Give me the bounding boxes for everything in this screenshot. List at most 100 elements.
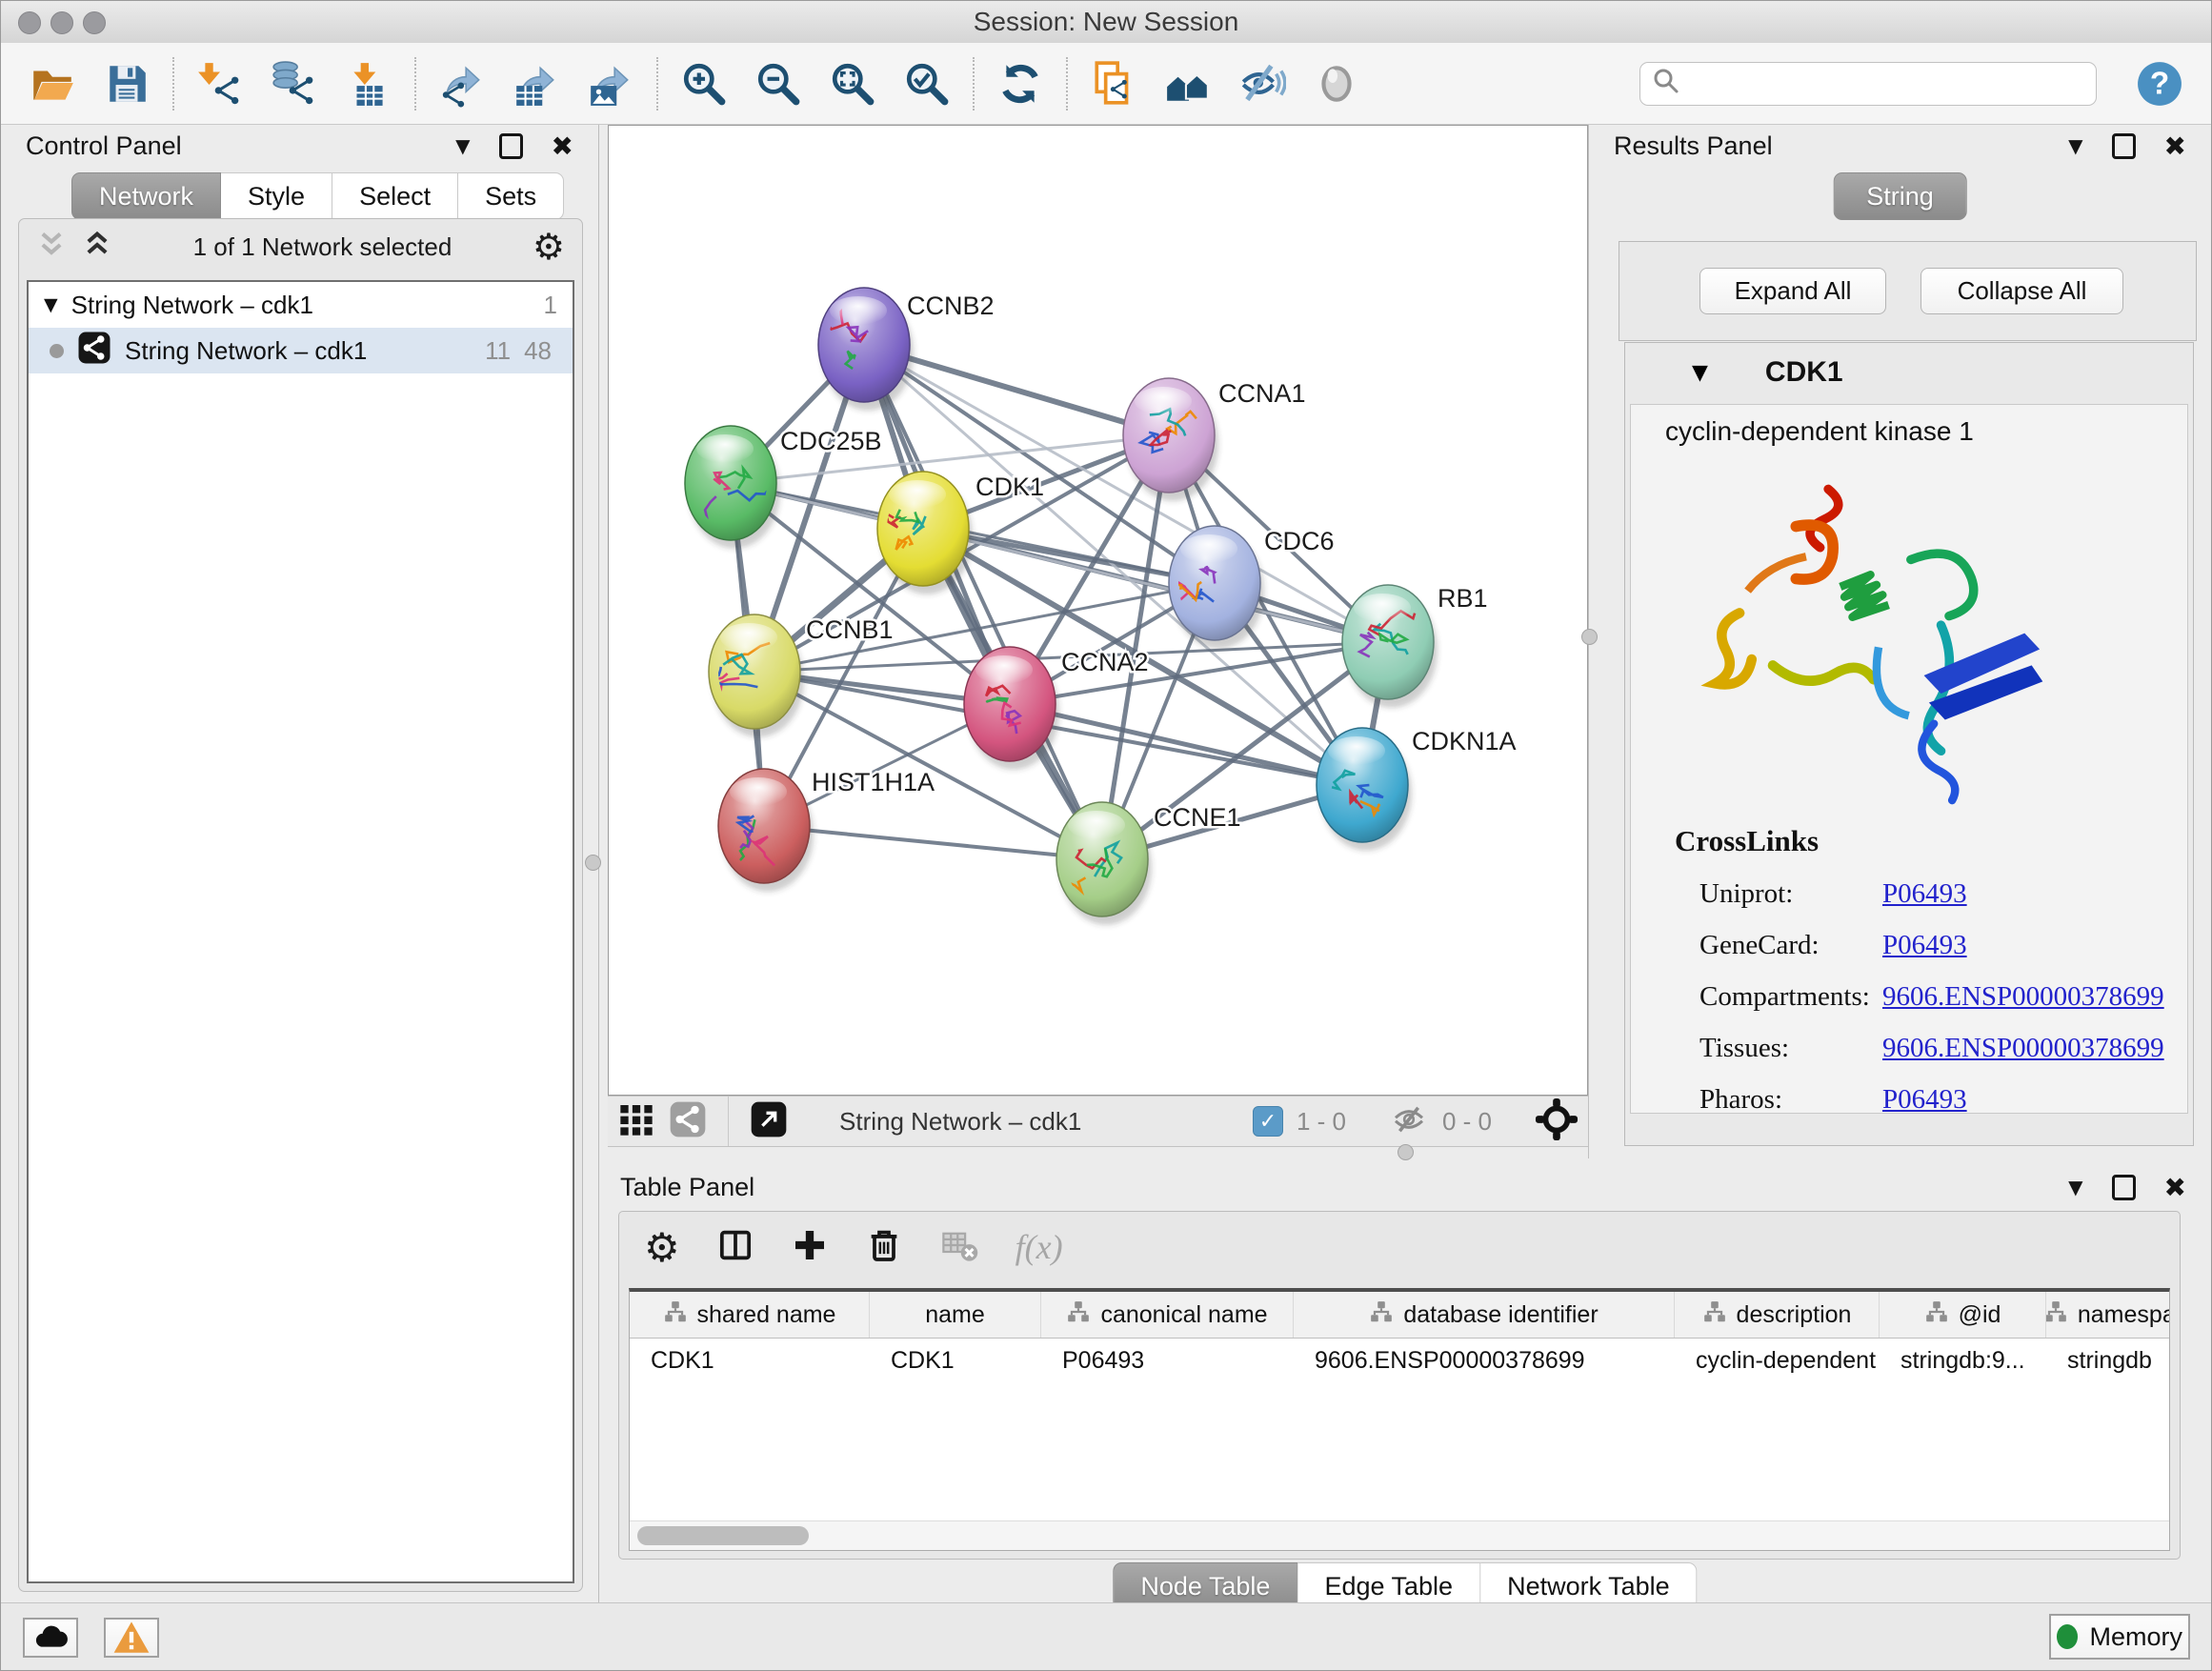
table-panel-close-icon[interactable]: ✖ [2164, 1172, 2186, 1203]
search-field[interactable] [1639, 62, 2097, 106]
detach-view-icon[interactable] [750, 1100, 788, 1143]
table-cell[interactable]: P06493 [1041, 1339, 1294, 1382]
zoom-selected-icon[interactable] [902, 59, 952, 109]
title-bar: Session: New Session [1, 1, 2211, 44]
collection-caret-icon[interactable]: ▼ [44, 294, 58, 315]
table-row[interactable]: CDK1CDK1P064939606.ENSP00000378699cyclin… [630, 1339, 2169, 1382]
column-header-database-identifier[interactable]: database identifier [1294, 1292, 1675, 1338]
tab-sets[interactable]: Sets [458, 172, 564, 220]
control-panel-close-icon[interactable]: ✖ [552, 131, 573, 162]
node-CCNE1[interactable] [1040, 802, 1152, 925]
tab-style[interactable]: Style [221, 172, 332, 220]
node-section-header[interactable]: ▼ CDK1 [1625, 343, 2193, 402]
table-cell[interactable]: cyclin-dependent ... [1675, 1339, 1880, 1382]
column-header-description[interactable]: description [1675, 1292, 1880, 1338]
table-horizontal-scrollbar[interactable] [630, 1520, 2169, 1550]
table-cell[interactable]: CDK1 [630, 1339, 870, 1382]
node-CCNB1[interactable] [709, 614, 804, 737]
results-panel-float-icon[interactable] [2112, 133, 2136, 159]
bottom-splitter-handle[interactable] [1398, 1144, 1414, 1160]
split-columns-icon[interactable] [716, 1226, 754, 1269]
column-header--id[interactable]: @id [1880, 1292, 2046, 1338]
open-file-icon[interactable] [28, 59, 77, 109]
show-graphics-details-icon[interactable] [1312, 59, 1361, 109]
crosslink-link[interactable]: 9606.ENSP00000378699 [1882, 981, 2164, 1013]
cloud-icon[interactable] [23, 1618, 78, 1658]
node-HIST1H1A[interactable] [718, 769, 814, 892]
node-count: 11 [485, 336, 511, 366]
node-CCNB2[interactable] [816, 288, 914, 411]
right-splitter-handle[interactable] [1581, 629, 1598, 645]
column-header-namespace[interactable]: namespace [2046, 1292, 2170, 1338]
crosslink-row: Compartments:9606.ENSP00000378699 [1699, 981, 1870, 1013]
zoom-fit-icon[interactable] [828, 59, 877, 109]
control-panel-float-icon[interactable] [499, 133, 523, 159]
left-splitter-handle[interactable] [585, 855, 601, 871]
crosslink-link[interactable]: P06493 [1882, 1084, 1967, 1116]
node-CDC25B[interactable] [685, 426, 793, 549]
selected-checkbox-icon[interactable]: ✓ [1253, 1106, 1283, 1137]
tab-string[interactable]: String [1833, 172, 1967, 220]
network-options-gear-icon[interactable]: ⚙ [533, 226, 565, 268]
network-collection-row[interactable]: ▼ String Network – cdk1 1 [29, 282, 573, 328]
add-column-icon[interactable] [791, 1226, 829, 1269]
hide-selected-icon[interactable] [1237, 59, 1287, 109]
crosslink-link[interactable]: P06493 [1882, 878, 1967, 910]
column-header-name[interactable]: name [870, 1292, 1041, 1338]
table-cell[interactable]: 9606.ENSP00000378699 [1294, 1339, 1675, 1382]
expand-all-button[interactable]: Expand All [1699, 268, 1886, 314]
help-icon[interactable]: ? [2135, 59, 2184, 109]
table-cell[interactable]: stringdb [2046, 1339, 2170, 1382]
column-header-shared-name[interactable]: shared name [630, 1292, 870, 1338]
delete-column-icon[interactable] [865, 1226, 903, 1269]
table-panel-menu-icon[interactable]: ▼ [2068, 1176, 2082, 1198]
node-RB1[interactable] [1342, 585, 1438, 708]
table-panel-float-icon[interactable] [2112, 1175, 2136, 1200]
node-CCNA1[interactable] [1123, 378, 1218, 501]
zoom-out-icon[interactable] [754, 59, 803, 109]
table-gear-icon[interactable]: ⚙ [644, 1224, 680, 1271]
network-canvas[interactable]: CCNB2CCNA1CDC25BCDK1CDC6RB1CCNB1CCNA2CDK… [608, 125, 1588, 1096]
zoom-in-icon[interactable] [679, 59, 729, 109]
grid-view-icon[interactable] [617, 1100, 655, 1143]
export-network-icon[interactable] [437, 59, 487, 109]
table-cell[interactable]: stringdb:9... [1880, 1339, 2046, 1382]
network-row[interactable]: String Network – cdk1 11 48 [29, 328, 573, 373]
section-caret-icon[interactable]: ▼ [1692, 361, 1708, 385]
crosslink-link[interactable]: P06493 [1882, 930, 1967, 961]
column-header-canonical-name[interactable]: canonical name [1041, 1292, 1294, 1338]
column-type-icon [1066, 1299, 1091, 1331]
memory-button[interactable]: Memory [2049, 1614, 2190, 1660]
control-panel-menu-icon[interactable]: ▼ [455, 134, 470, 157]
search-input[interactable] [1688, 68, 2084, 99]
function-builder-icon: f(x) [1016, 1227, 1063, 1267]
save-session-icon[interactable] [102, 59, 151, 109]
import-network-database-icon[interactable] [270, 59, 319, 109]
crosslink-link[interactable]: 9606.ENSP00000378699 [1882, 1033, 2164, 1064]
hidden-eye-icon[interactable] [1389, 1099, 1429, 1144]
refresh-view-icon[interactable] [995, 59, 1045, 109]
collapse-all-button[interactable]: Collapse All [1920, 268, 2123, 314]
expand-all-networks-icon[interactable] [82, 230, 112, 265]
collapse-all-networks-icon[interactable] [36, 230, 67, 265]
birdseye-crosshair-icon[interactable] [1535, 1097, 1579, 1146]
export-image-icon[interactable] [586, 59, 635, 109]
results-panel-menu-icon[interactable]: ▼ [2068, 134, 2082, 157]
node-CCNA2[interactable] [964, 647, 1059, 770]
new-network-from-selection-icon[interactable] [1089, 59, 1138, 109]
warning-icon[interactable] [104, 1618, 159, 1658]
first-neighbors-icon[interactable] [1163, 59, 1213, 109]
node-CDC6[interactable] [1169, 526, 1264, 649]
import-network-file-icon[interactable] [195, 59, 245, 109]
export-table-icon[interactable] [512, 59, 561, 109]
scrollbar-thumb[interactable] [637, 1526, 809, 1545]
node-CDKN1A[interactable] [1317, 728, 1412, 851]
table-cell[interactable]: CDK1 [870, 1339, 1041, 1382]
node-CDK1[interactable] [877, 472, 973, 594]
import-table-file-icon[interactable] [344, 59, 393, 109]
selected-counts: 1 - 0 [1297, 1107, 1346, 1137]
results-panel-close-icon[interactable]: ✖ [2164, 131, 2186, 162]
network-icon-gray[interactable] [669, 1100, 707, 1143]
tab-network[interactable]: Network [71, 172, 221, 220]
tab-select[interactable]: Select [332, 172, 458, 220]
